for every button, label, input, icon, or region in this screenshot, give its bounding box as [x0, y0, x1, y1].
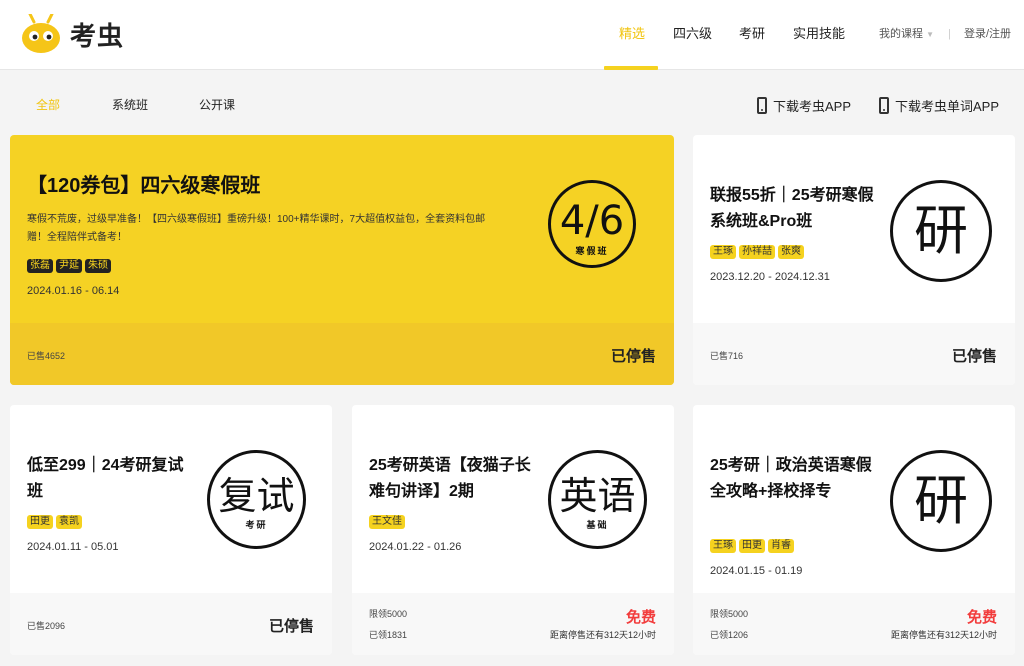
teacher-tag: 张磊: [27, 259, 53, 273]
phone-icon: [879, 97, 889, 114]
teacher-tag: 尹延: [56, 259, 82, 273]
claim-limit: 限领5000: [710, 609, 749, 619]
stamp-subtext: 寒假班: [575, 246, 609, 256]
claimed-count: 已领1206: [710, 630, 749, 640]
nav-tab-cet[interactable]: 四六级: [673, 0, 712, 70]
teacher-tags: 田更 袁凯: [27, 515, 82, 529]
teacher-tag: 朱硕: [85, 259, 111, 273]
course-stamp-icon: 4/6 寒假班: [548, 180, 636, 268]
course-title: 低至299｜24考研复试班: [27, 457, 184, 500]
sale-countdown: 距离停售还有312天12小时: [890, 630, 997, 640]
stamp-text: 4/6: [559, 198, 625, 244]
nav-tab-kaoyan[interactable]: 考研: [739, 0, 765, 70]
login-register-link[interactable]: 登录/注册: [964, 0, 1011, 68]
course-title: 联报55折｜25考研寒假系统班&Pro班: [710, 187, 874, 230]
teacher-tag: 袁凯: [56, 515, 82, 529]
course-date: 2023.12.20 - 2024.12.31: [710, 271, 830, 283]
nav-separator: |: [948, 28, 951, 40]
status-sold-out: 已停售: [610, 348, 656, 365]
claim-limit: 限领5000: [369, 609, 408, 619]
download-app-label: 下载考虫APP: [773, 99, 852, 114]
nav-tab-featured[interactable]: 精选: [619, 0, 645, 70]
download-app-link[interactable]: 下载考虫APP: [757, 96, 851, 115]
stamp-subtext: 考研: [245, 519, 268, 530]
course-title: 25考研｜政治英语寒假全攻略+择校择专: [710, 457, 872, 500]
card-footer: 已售2096 已停售: [10, 593, 332, 655]
chevron-down-icon: ▼: [926, 30, 934, 39]
course-description: 寒假不荒废，过级早准备！【四六级寒假班】重磅升级！100+精华课时，7大超值权益…: [27, 214, 486, 243]
price-free: 免费: [966, 609, 997, 626]
teacher-tag: 张爽: [778, 245, 804, 259]
course-stamp-icon: 复试 考研: [207, 450, 306, 549]
course-date: 2024.01.11 - 05.01: [27, 541, 119, 553]
teacher-tags: 王琢 孙祥喆 张爽: [710, 245, 804, 259]
card-footer: 限领5000 已领1831 免费 距离停售还有312天12小时: [352, 593, 674, 655]
stamp-text: 研: [914, 469, 968, 532]
sold-count: 已售4652: [27, 351, 66, 361]
course-stamp-icon: 研: [890, 180, 992, 282]
bug-logo-icon: [20, 12, 62, 54]
stamp-subtext: 基础: [586, 519, 609, 530]
nav-active-indicator: [604, 66, 658, 70]
sale-countdown: 距离停售还有312天12小时: [549, 630, 656, 640]
sold-count: 已售2096: [27, 621, 66, 631]
filter-system-class[interactable]: 系统班: [112, 96, 148, 113]
teacher-tags: 张磊 尹延 朱硕: [27, 259, 111, 273]
my-courses-label: 我的课程: [879, 28, 923, 40]
course-date: 2024.01.22 - 01.26: [369, 541, 462, 553]
card-footer: 限领5000 已领1206 免费 距离停售还有312天12小时: [693, 593, 1015, 655]
teacher-tags: 王琢 田更 肖睿: [710, 539, 794, 553]
filter-all[interactable]: 全部: [36, 96, 60, 113]
course-card-english-sentence[interactable]: 25考研英语【夜猫子长难句讲译】2期 王文佳 2024.01.22 - 01.2…: [352, 405, 674, 655]
course-date: 2024.01.15 - 01.19: [710, 565, 803, 577]
teacher-tag: 王文佳: [369, 515, 405, 529]
course-card-kaoyan-retest[interactable]: 低至299｜24考研复试班 田更 袁凯 2024.01.11 - 05.01 复…: [10, 405, 332, 655]
top-bar: 考虫 精选 四六级 考研 实用技能 我的课程 ▼ | 登录/注册: [0, 0, 1024, 70]
my-courses-menu[interactable]: 我的课程 ▼: [879, 0, 934, 69]
card-footer: 已售4652 已停售: [10, 323, 674, 385]
download-vocab-app-label: 下载考虫单词APP: [895, 99, 1000, 114]
filter-open-class[interactable]: 公开课: [199, 96, 235, 113]
course-card-politics-english[interactable]: 25考研｜政治英语寒假全攻略+择校择专 王琢 田更 肖睿 2024.01.15 …: [693, 405, 1015, 655]
teacher-tag: 田更: [739, 539, 765, 553]
course-title: 25考研英语【夜猫子长难句讲译】2期: [369, 457, 531, 500]
status-sold-out: 已停售: [268, 618, 314, 635]
course-title: 【120券包】四六级寒假班: [27, 175, 261, 197]
stamp-text: 研: [914, 199, 968, 262]
download-vocab-app-link[interactable]: 下载考虫单词APP: [879, 96, 999, 115]
teacher-tag: 王琢: [710, 539, 736, 553]
stamp-text: 复试: [218, 473, 295, 518]
claimed-count: 已领1831: [369, 630, 408, 640]
teacher-tag: 孙祥喆: [739, 245, 775, 259]
teacher-tags: 王文佳: [369, 515, 405, 529]
nav-tab-skills[interactable]: 实用技能: [793, 0, 845, 70]
sold-count: 已售716: [710, 351, 744, 361]
logo[interactable]: 考虫: [20, 12, 125, 54]
course-stamp-icon: 英语 基础: [548, 450, 647, 549]
course-card-kaoyan-system[interactable]: 联报55折｜25考研寒假系统班&Pro班 王琢 孙祥喆 张爽 2023.12.2…: [693, 135, 1015, 385]
logo-text: 考虫: [70, 21, 125, 52]
phone-icon: [757, 97, 767, 114]
price-free: 免费: [625, 609, 656, 626]
course-card-cet-winter[interactable]: 【120券包】四六级寒假班 寒假不荒废，过级早准备！【四六级寒假班】重磅升级！1…: [10, 135, 674, 385]
card-footer: 已售716 已停售: [693, 323, 1015, 385]
course-stamp-icon: 研: [890, 450, 992, 552]
teacher-tag: 肖睿: [768, 539, 794, 553]
stamp-text: 英语: [559, 473, 636, 518]
status-sold-out: 已停售: [951, 348, 997, 365]
teacher-tag: 王琢: [710, 245, 736, 259]
course-date: 2024.01.16 - 06.14: [27, 285, 120, 297]
teacher-tag: 田更: [27, 515, 53, 529]
